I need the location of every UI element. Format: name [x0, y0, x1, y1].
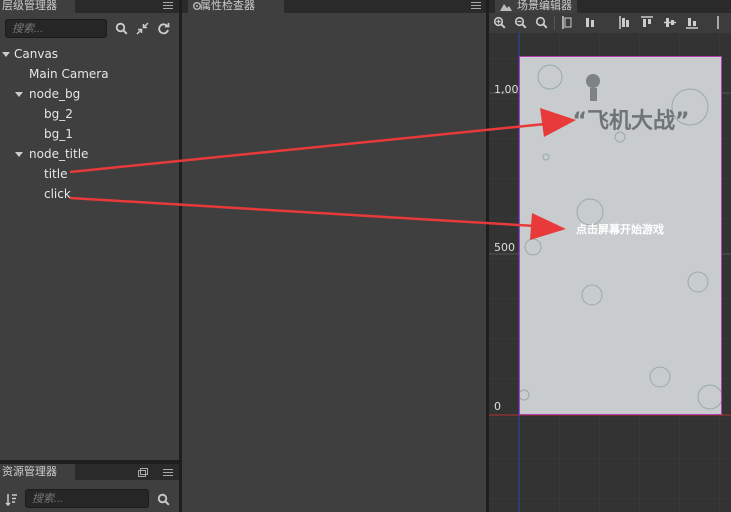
zoom-reset-icon[interactable] [535, 16, 548, 29]
zoom-out-icon[interactable] [514, 16, 527, 29]
tree-node-label: Main Camera [29, 67, 109, 81]
game-canvas[interactable]: “飞机大战” 点击屏幕开始游戏 [519, 56, 722, 415]
tree-node-click[interactable]: click [0, 185, 179, 203]
expand-caret-icon[interactable] [15, 152, 23, 157]
align-top-icon[interactable] [641, 16, 653, 29]
assets-search-input[interactable] [25, 489, 149, 508]
expand-caret-icon[interactable] [15, 92, 23, 97]
hierarchy-tabbar: 层级管理器 [0, 0, 179, 13]
scene-panel: 场景编辑器 1,000 500 0 “飞机大战” 点击屏幕开始游戏 [489, 0, 731, 512]
tree-node-label: bg_2 [44, 107, 73, 121]
tree-node-label: title [44, 167, 68, 181]
toolbar-separator [554, 16, 555, 30]
game-title-text[interactable]: “飞机大战” [556, 103, 706, 135]
hierarchy-menu-icon[interactable] [163, 0, 173, 10]
search-icon[interactable] [157, 493, 170, 506]
align-hcenter-icon[interactable] [584, 16, 596, 29]
collapse-all-icon[interactable] [136, 22, 149, 35]
inspector-tabbar: 属性检查器 [182, 0, 486, 13]
align-vcenter-icon[interactable] [664, 16, 676, 29]
hierarchy-search-input[interactable] [5, 19, 107, 38]
expand-caret-icon[interactable] [2, 52, 10, 57]
tab-hierarchy[interactable]: 层级管理器 [0, 0, 75, 13]
inspector-menu-icon[interactable] [471, 0, 481, 10]
gear-icon [193, 2, 201, 10]
tree-node-label: node_bg [29, 87, 81, 101]
distribute-icon[interactable] [715, 16, 721, 29]
align-left-icon[interactable] [562, 16, 574, 29]
align-bottom-icon[interactable] [686, 16, 698, 29]
tree-node-label: node_title [29, 147, 89, 161]
align-right-icon[interactable] [619, 16, 631, 29]
sort-icon[interactable] [5, 493, 18, 506]
editor-root: 层级管理器 Canvas Main Camera node_bg bg_2 bg… [0, 0, 731, 512]
scene-icon [500, 4, 512, 11]
hierarchy-panel: 层级管理器 Canvas Main Camera node_bg bg_2 bg… [0, 0, 179, 460]
scene-tabbar: 场景编辑器 [489, 0, 731, 13]
search-icon[interactable] [115, 22, 128, 35]
game-hint-text[interactable]: 点击屏幕开始游戏 [560, 221, 680, 237]
scene-toolbar [489, 13, 731, 33]
tree-node-main-camera[interactable]: Main Camera [0, 65, 179, 83]
tree-node-canvas[interactable]: Canvas [0, 45, 179, 63]
tree-node-label: Canvas [14, 47, 59, 61]
scene-viewport[interactable]: 1,000 500 0 “飞机大战” 点击屏幕开始游戏 [489, 33, 731, 512]
tree-node-node-title[interactable]: node_title [0, 145, 179, 163]
assets-panel: 资源管理器 [0, 464, 179, 512]
zoom-in-icon[interactable] [493, 16, 506, 29]
tree-node-bg-1[interactable]: bg_1 [0, 125, 179, 143]
tab-inspector[interactable]: 属性检查器 [188, 0, 284, 13]
ruler-label-0: 0 [494, 400, 501, 413]
open-folder-icon[interactable] [138, 468, 148, 477]
tab-inspector-label: 属性检查器 [200, 0, 255, 12]
tree-node-label: click [44, 187, 71, 201]
tab-assets[interactable]: 资源管理器 [0, 464, 75, 480]
inspector-panel: 属性检查器 [182, 0, 486, 512]
tree-node-label: bg_1 [44, 127, 73, 141]
assets-tabbar: 资源管理器 [0, 464, 179, 480]
tree-node-title[interactable]: title [0, 165, 179, 183]
tab-scene-label: 场景编辑器 [517, 0, 572, 12]
ruler-label-500: 500 [494, 241, 515, 254]
tree-node-node-bg[interactable]: node_bg [0, 85, 179, 103]
refresh-icon[interactable] [157, 22, 170, 35]
tree-node-bg-2[interactable]: bg_2 [0, 105, 179, 123]
assets-menu-icon[interactable] [163, 467, 173, 477]
